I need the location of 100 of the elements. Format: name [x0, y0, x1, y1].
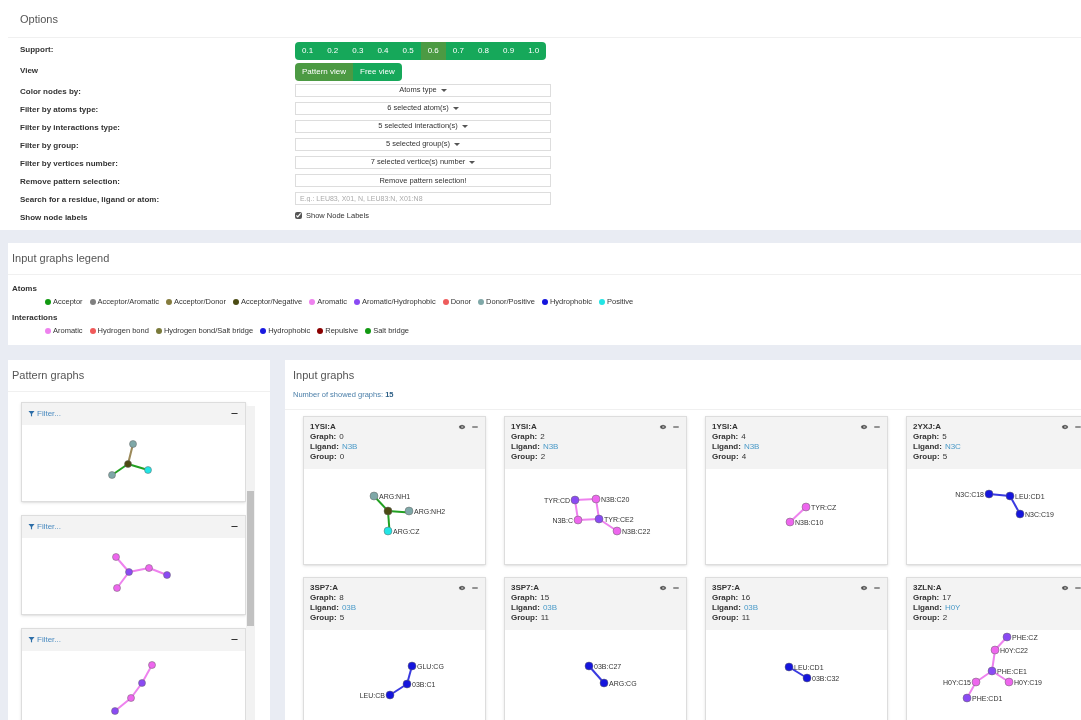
segment-button[interactable]: 0.7 [445, 41, 471, 60]
field-label: Ligand: [511, 602, 540, 613]
panel-title: Input graphs legend [8, 243, 1081, 275]
structure-id: 3SP7:A [310, 582, 339, 593]
segment-button[interactable]: 0.1 [295, 41, 321, 60]
pattern-card[interactable]: Filter... [21, 401, 246, 502]
ligand-link[interactable]: 03B [743, 602, 759, 613]
segment-button[interactable]: 1.0 [521, 41, 547, 60]
legend-group-title: Atoms [12, 282, 38, 295]
field-value: 5 [339, 612, 345, 623]
structure-id: 1YSI:A [310, 421, 337, 432]
field-value: 8 [339, 592, 344, 603]
option-label: Support: [20, 43, 55, 56]
legend-group-title: Interactions [12, 311, 59, 324]
eye-icon[interactable] [860, 583, 868, 592]
panel-title: Pattern graphs [8, 360, 270, 392]
option-label: Filter by vertices number: [20, 157, 119, 170]
segment-button[interactable]: 0.2 [320, 41, 346, 60]
field-value: 5 [942, 451, 948, 462]
field-label: Graph: [712, 592, 739, 603]
field-label: Ligand: [712, 441, 741, 452]
pattern-card[interactable]: Filter... [21, 627, 246, 720]
eye-icon[interactable] [458, 583, 466, 592]
field-label: Graph: [310, 431, 337, 442]
field-value: 4 [741, 451, 747, 462]
eye-icon[interactable] [659, 583, 667, 592]
field-value: 0 [339, 451, 345, 462]
field-value: 11 [540, 612, 549, 623]
scrollbar-thumb[interactable] [247, 490, 254, 626]
field-label: Ligand: [310, 441, 339, 452]
field-value: 11 [741, 612, 750, 623]
filter-link[interactable]: Filter... [28, 520, 61, 533]
ligand-link[interactable]: N3B [341, 441, 358, 452]
field-label: Group: [712, 451, 739, 462]
segment-button[interactable]: 0.6 [420, 41, 446, 60]
caret-icon [454, 142, 461, 146]
ligand-link[interactable]: N3C [944, 441, 961, 452]
option-label: Remove pattern selection: [20, 175, 122, 188]
field-label: Ligand: [511, 441, 540, 452]
checkbox[interactable] [295, 211, 302, 219]
caret-icon [461, 124, 468, 128]
filter-link[interactable]: Filter... [28, 407, 61, 420]
filter-link[interactable]: Filter... [28, 633, 61, 646]
field-value: 2 [540, 451, 546, 462]
field-value: 16 [741, 592, 751, 603]
segment-button[interactable]: 0.3 [345, 41, 371, 60]
field-value: 15 [540, 592, 550, 603]
scrollbar[interactable] [246, 405, 255, 720]
field-label: Graph: [913, 431, 940, 442]
structure-id: 3ZLN:A [913, 582, 943, 593]
option-label: View [20, 64, 40, 77]
structure-id: 1YSI:A [712, 421, 739, 432]
structure-id: 2YXJ:A [913, 421, 942, 432]
field-label: Graph: [310, 592, 337, 603]
filter-icon [28, 523, 35, 530]
option-label: Show node labels [20, 211, 89, 224]
segment-button[interactable]: 0.9 [496, 41, 522, 60]
segment-button[interactable]: Pattern view [295, 62, 354, 81]
option-label: Search for a residue, ligand or atom: [20, 193, 161, 206]
filter-icon [28, 410, 35, 417]
field-label: Ligand: [913, 441, 942, 452]
field-label: Group: [913, 612, 940, 623]
ligand-link[interactable]: 03B [341, 602, 357, 613]
option-label: Filter by atoms type: [20, 103, 100, 116]
eye-icon[interactable] [1061, 422, 1069, 431]
field-label: Graph: [511, 431, 538, 442]
field-value: 17 [942, 592, 952, 603]
segment-button[interactable]: 0.5 [395, 41, 421, 60]
field-value: 2 [942, 612, 948, 623]
field-label: Graph: [511, 592, 538, 603]
ligand-link[interactable]: N3B [542, 441, 559, 452]
ligand-link[interactable]: N3B [743, 441, 760, 452]
structure-id: 3SP7:A [511, 582, 540, 593]
option-label: Color nodes by: [20, 85, 82, 98]
segment-button[interactable]: 0.4 [370, 41, 396, 60]
ligand-link[interactable]: 03B [542, 602, 558, 613]
eye-icon[interactable] [458, 422, 466, 431]
pattern-card[interactable]: Filter... [21, 514, 246, 615]
field-label: Ligand: [913, 602, 942, 613]
ligand-link[interactable]: H0Y [944, 602, 961, 613]
option-label: Filter by interactions type: [20, 121, 122, 134]
eye-icon[interactable] [659, 422, 667, 431]
segment-button[interactable]: 0.8 [470, 41, 496, 60]
eye-icon[interactable] [860, 422, 868, 431]
filter-icon [28, 636, 35, 643]
field-value: 0 [339, 431, 344, 442]
field-value: 4 [741, 431, 746, 442]
field-value: 5 [942, 431, 947, 442]
eye-icon[interactable] [1061, 583, 1069, 592]
field-label: Group: [712, 612, 739, 623]
field-label: Group: [913, 451, 940, 462]
field-label: Ligand: [310, 602, 339, 613]
option-label: Filter by group: [20, 139, 80, 152]
structure-id: 1YSI:A [511, 421, 538, 432]
caret-icon [452, 106, 459, 110]
field-label: Group: [511, 612, 538, 623]
field-label: Group: [310, 612, 337, 623]
panel-title: Options [8, 0, 1081, 38]
caret-icon [469, 160, 476, 164]
segment-button[interactable]: Free view [353, 62, 402, 81]
